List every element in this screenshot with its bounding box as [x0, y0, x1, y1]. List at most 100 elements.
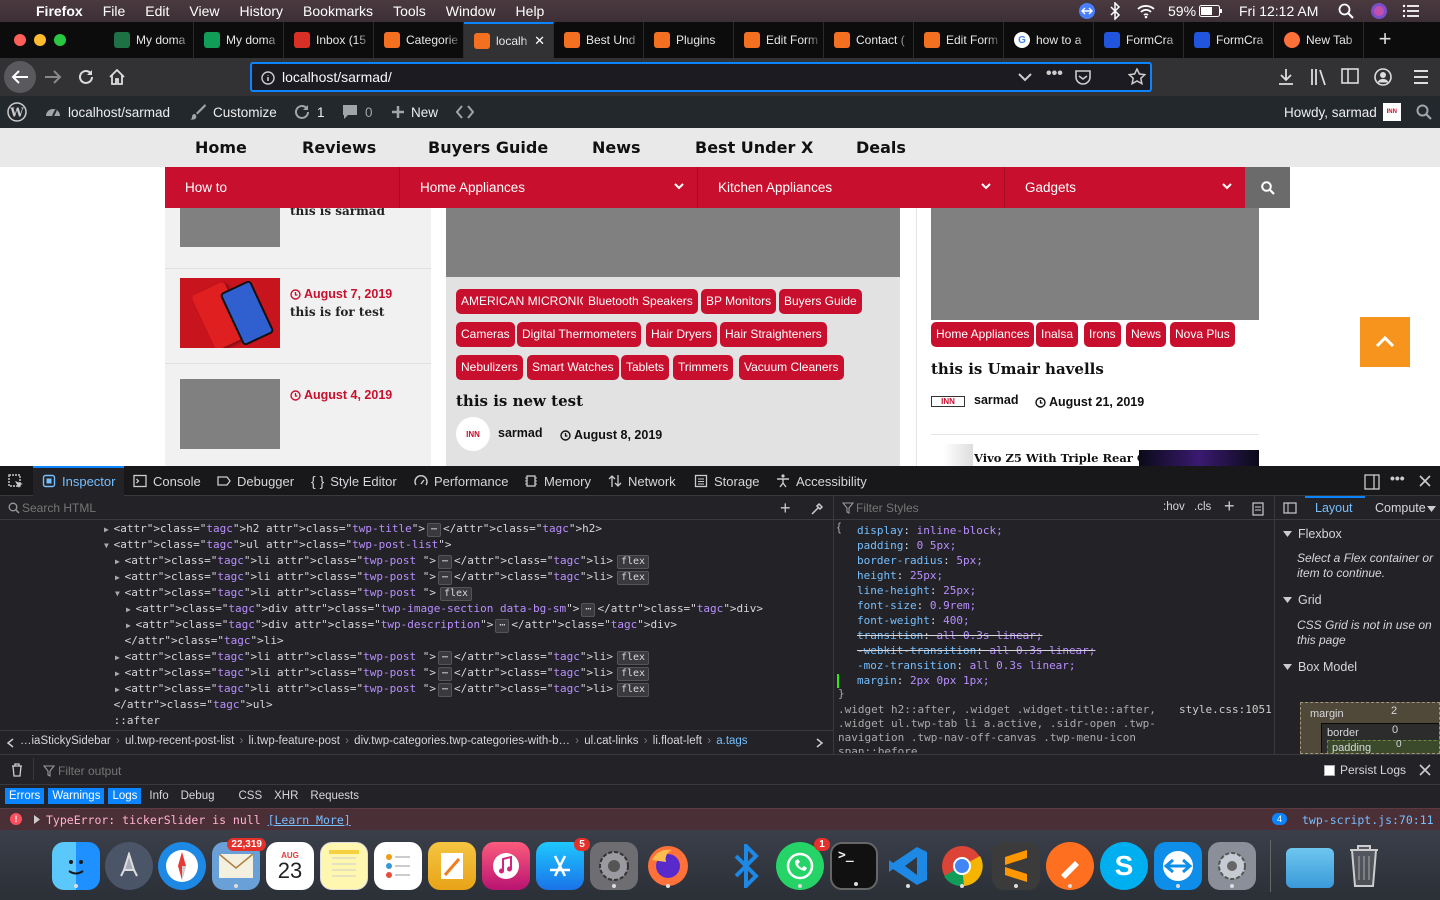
sublime-text-icon[interactable] [992, 842, 1040, 890]
splitter[interactable] [0, 754, 1440, 755]
breadcrumb-item[interactable]: …iaStickySidebar [20, 735, 111, 747]
category-tag[interactable]: News [1126, 322, 1167, 347]
notification-center-icon[interactable] [1402, 0, 1420, 22]
minimize-window-button[interactable] [34, 34, 46, 46]
pages-icon[interactable] [428, 842, 476, 890]
breadcrumb-item[interactable]: a.tags [716, 735, 747, 747]
dock-side-icon[interactable] [1364, 474, 1380, 490]
element-picker-icon[interactable] [8, 474, 24, 490]
wp-new-label[interactable]: New [411, 105, 438, 120]
author-name[interactable]: sarmad [974, 393, 1018, 407]
wifi-status-icon[interactable] [1136, 0, 1156, 22]
chevron-right-icon[interactable] [816, 738, 824, 748]
account-icon[interactable] [1374, 68, 1392, 86]
url-bar[interactable]: localhost/sarmad/ ••• [250, 62, 1152, 92]
console-filter-input[interactable] [58, 763, 458, 779]
main-nav-home[interactable]: Home [195, 128, 247, 167]
forward-button[interactable] [44, 69, 62, 85]
itunes-icon[interactable] [482, 842, 530, 890]
bookmark-star-icon[interactable] [1128, 68, 1146, 86]
chevron-down-icon[interactable] [1427, 506, 1436, 512]
html-node[interactable]: ▶ <attr">class="tagc">h2 attr">class="tw… [104, 522, 602, 537]
console-filter-warnings[interactable]: Warnings [48, 788, 105, 804]
menu-tools[interactable]: Tools [393, 3, 426, 19]
console-filter-logs[interactable]: Logs [108, 788, 142, 804]
vscode-icon[interactable] [884, 842, 932, 890]
category-tag[interactable]: Home Appliances [931, 322, 1035, 347]
html-node[interactable]: ▶ <attr">class="tagc">li attr">class="tw… [115, 650, 650, 665]
console-filter-info[interactable]: Info [145, 788, 172, 804]
console-filter-xhr[interactable]: XHR [270, 788, 302, 804]
category-tag[interactable]: Inalsa [1036, 322, 1079, 347]
category-tag[interactable]: Hair Dryers [646, 322, 717, 347]
devtools-tab-debugger[interactable]: Debugger [217, 466, 294, 496]
console-filter-debug[interactable]: Debug [177, 788, 219, 804]
menu-view[interactable]: View [189, 3, 219, 19]
category-tag[interactable]: Trimmers [673, 355, 734, 380]
stylesheet-link[interactable]: style.css:1051 [1179, 703, 1272, 716]
browser-tab[interactable]: Plugins [644, 22, 734, 58]
css-declaration[interactable]: display: inline-block; [857, 524, 1003, 537]
browser-tab[interactable]: Best Und [554, 22, 644, 58]
category-tag[interactable]: Tablets [621, 355, 670, 380]
devtools-tab-style-editor[interactable]: { } Style Editor [311, 466, 397, 496]
html-node[interactable]: ▶ <attr">class="tagc">li attr">class="tw… [115, 666, 650, 681]
css-declaration[interactable]: line-height: 25px; [857, 584, 976, 597]
siri-icon[interactable] [1370, 0, 1388, 22]
css-declaration[interactable]: transition: all 0.3s linear; [857, 629, 1042, 642]
persist-logs-checkbox[interactable]: Persist Logs [1324, 763, 1406, 777]
devtools-tab-storage[interactable]: Storage [694, 466, 760, 496]
menu-history[interactable]: History [239, 3, 283, 19]
menubar-app-name[interactable]: Firefox [36, 3, 83, 19]
html-node[interactable]: ▶ <attr">class="tagc">li attr">class="tw… [115, 682, 650, 697]
close-icon[interactable] [1419, 475, 1431, 487]
category-tag[interactable]: Buyers Guide [779, 289, 862, 314]
close-icon[interactable] [1419, 764, 1431, 776]
browser-tab[interactable]: localh ✕ [464, 22, 554, 58]
code-brackets-icon[interactable] [456, 96, 474, 128]
css-declaration[interactable]: -webkit-transition: all 0.3s linear; [857, 644, 1095, 657]
next-rule-selector[interactable]: .widget h2::after, .widget .widget-title… [838, 703, 1158, 753]
featured-image[interactable] [446, 208, 900, 277]
css-declaration[interactable]: font-weight: 400; [857, 614, 970, 627]
bluetooth-status-icon[interactable] [1108, 0, 1122, 22]
trash-icon[interactable] [1340, 842, 1388, 890]
menu-file[interactable]: File [103, 3, 126, 19]
user-avatar[interactable]: INN [1382, 103, 1401, 121]
console-filter-css[interactable]: CSS [234, 788, 266, 804]
grid-section-header[interactable]: Grid [1283, 593, 1322, 607]
wp-comments-count[interactable]: 0 [365, 105, 373, 120]
trash-icon[interactable] [10, 762, 24, 778]
devtools-tab-network[interactable]: Network [608, 466, 676, 496]
url-text[interactable]: localhost/sarmad/ [282, 69, 392, 85]
back-button[interactable] [4, 61, 36, 93]
category-tag[interactable]: Vacuum Cleaners [739, 355, 844, 380]
phone-thumbnail[interactable] [180, 278, 280, 348]
category-tag[interactable]: Cameras [456, 322, 515, 347]
html-node[interactable]: ::after [104, 714, 160, 727]
post-thumbnail[interactable] [931, 208, 1259, 320]
spotlight-search-icon[interactable] [1338, 0, 1354, 22]
browser-tab[interactable]: FormCra [1184, 22, 1274, 58]
html-node[interactable]: ▶ <attr">class="tagc">div attr">class="t… [126, 618, 677, 633]
css-declaration[interactable]: font-size: 0.9rem; [857, 599, 976, 612]
category-nav-how-to[interactable]: How to [165, 167, 400, 208]
category-nav-gadgets[interactable]: Gadgets [1005, 167, 1245, 208]
post-thumbnail[interactable] [180, 208, 280, 247]
html-node[interactable]: </attr">class="tagc">ul> [104, 698, 273, 711]
browser-tab[interactable]: Contact ( [824, 22, 914, 58]
css-declaration[interactable]: margin: 2px 0px 1px; [837, 674, 989, 688]
reminders-icon[interactable] [374, 842, 422, 890]
downloads-folder-icon[interactable] [1286, 848, 1334, 888]
devtools-tab-inspector[interactable]: Inspector [42, 466, 115, 496]
post-thumbnail[interactable] [943, 444, 973, 466]
zoom-window-button[interactable] [54, 34, 66, 46]
html-node[interactable]: ▶ <attr">class="tagc">li attr">class="tw… [115, 554, 650, 569]
menubar-clock[interactable]: Fri 12:12 AM [1239, 0, 1318, 22]
toggle-pane-icon[interactable] [1283, 502, 1297, 514]
hamburger-menu-icon[interactable] [1413, 70, 1429, 84]
chevron-left-icon[interactable] [6, 738, 14, 748]
battery-icon[interactable] [1199, 0, 1223, 22]
downloads-icon[interactable] [1278, 68, 1294, 86]
browser-tab[interactable]: Categorie [374, 22, 464, 58]
